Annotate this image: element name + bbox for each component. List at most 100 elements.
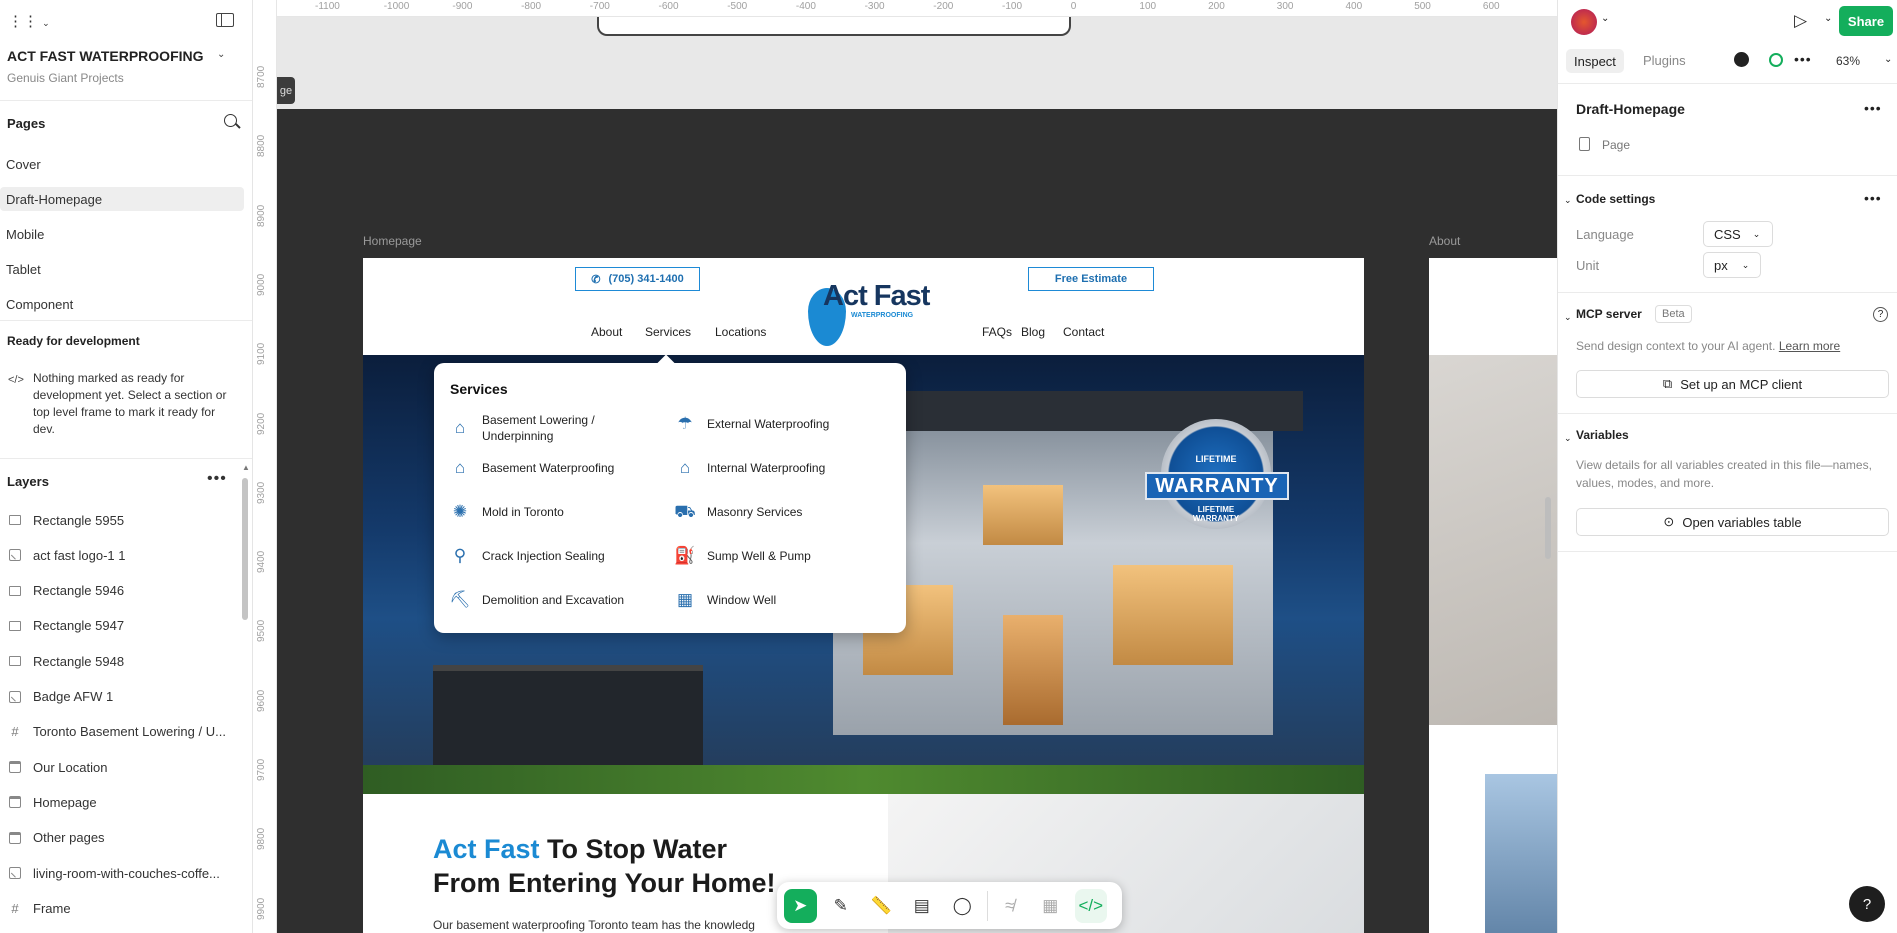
service-link[interactable]: ⚲ Crack Injection Sealing — [448, 544, 648, 568]
about-frame[interactable] — [1429, 258, 1557, 933]
tab-inspect[interactable]: Inspect — [1566, 49, 1624, 73]
nav-contact[interactable]: Contact — [1063, 325, 1104, 339]
layers-scrollbar[interactable] — [242, 478, 248, 620]
toggle-sidebar-icon[interactable] — [216, 13, 234, 27]
zoom-level[interactable]: 63% — [1836, 54, 1860, 68]
share-button[interactable]: Share — [1839, 6, 1893, 36]
image-icon — [8, 548, 22, 562]
phone-icon: ✆ — [591, 273, 601, 286]
variables-icon: ⊙ — [1663, 514, 1675, 529]
more-icon[interactable]: ••• — [1794, 51, 1812, 67]
page-item-mobile[interactable]: Mobile — [0, 222, 244, 246]
layer-row[interactable]: living-room-with-couches-coffe... — [8, 861, 240, 885]
page-item-tablet[interactable]: Tablet — [0, 257, 244, 281]
pump-icon: ⛽ — [674, 545, 696, 565]
homepage-frame[interactable]: LIFETIME WARRANTY LIFETIME WARRANTY ✆ (70… — [363, 258, 1364, 933]
service-link[interactable]: ⛽ Sump Well & Pump — [673, 544, 873, 568]
ruler-tick: -400 — [795, 1, 816, 12]
page-item-cover[interactable]: Cover — [0, 152, 244, 176]
table-icon[interactable]: ▦ — [1034, 889, 1067, 923]
nav-blog[interactable]: Blog — [1021, 325, 1045, 339]
mcp-icon: ⧉ — [1662, 376, 1673, 391]
canvas-scrollbar[interactable] — [1545, 497, 1551, 559]
service-link[interactable]: ⛟ Masonry Services — [673, 500, 873, 524]
layer-row[interactable]: # Frame — [8, 896, 240, 920]
chevron-down-icon[interactable]: ⌄ — [1601, 13, 1609, 24]
chevron-down-icon[interactable]: ⌄ — [1824, 13, 1832, 24]
layer-row[interactable]: act fast logo-1 1 — [8, 543, 240, 567]
more-icon[interactable]: ••• — [207, 470, 227, 488]
project-name[interactable]: ACT FAST WATERPROOFING — [7, 48, 204, 64]
scribble-icon[interactable]: ≉ — [993, 889, 1026, 923]
ruler-tick: 9200 — [256, 412, 267, 435]
search-icon[interactable] — [224, 114, 241, 129]
service-link[interactable]: ✺ Mold in Toronto — [448, 500, 648, 524]
about-frame-label[interactable]: About — [1429, 234, 1460, 248]
free-estimate-button[interactable]: Free Estimate — [1028, 267, 1154, 291]
chevron-down-icon[interactable]: ⌄ — [1564, 195, 1572, 206]
layer-row[interactable]: Badge AFW 1 — [8, 685, 240, 709]
layer-row[interactable]: Rectangle 5947 — [8, 614, 240, 638]
nav-locations[interactable]: Locations — [715, 325, 766, 339]
figma-menu-icon[interactable]: ⋮⋮ ⌄ — [8, 12, 50, 30]
chevron-down-icon[interactable]: ⌄ — [217, 49, 225, 60]
scroll-up-icon[interactable]: ▲ — [242, 463, 250, 472]
move-icon[interactable]: ➤ — [784, 888, 817, 923]
tab-plugins[interactable]: Plugins — [1643, 53, 1686, 68]
comment-icon[interactable]: ◯ — [946, 889, 979, 923]
more-icon[interactable]: ••• — [1864, 100, 1882, 116]
unit-select[interactable]: px ⌄ — [1703, 252, 1761, 278]
annotate-icon[interactable]: ▤ — [906, 889, 939, 923]
mcp-status-icon[interactable] — [1769, 53, 1783, 67]
ruler-icon[interactable]: 📏 — [865, 889, 898, 923]
rain-house-icon: ☂ — [677, 413, 693, 433]
language-select[interactable]: CSS ⌄ — [1703, 221, 1773, 247]
page-item-component[interactable]: Component — [0, 292, 244, 316]
house-drop-icon: ⌂ — [679, 457, 691, 477]
nav-faqs[interactable]: FAQs — [982, 325, 1012, 339]
code-icon[interactable]: </> — [1074, 888, 1108, 923]
homepage-frame-label[interactable]: Homepage — [363, 234, 422, 248]
github-icon[interactable] — [1734, 52, 1749, 67]
chevron-down-icon[interactable]: ⌄ — [1564, 312, 1572, 323]
chevron-down-icon[interactable]: ⌄ — [1884, 54, 1892, 65]
house-down-icon: ⌂ — [454, 417, 466, 437]
service-label: Demolition and Excavation — [482, 592, 625, 607]
service-link[interactable]: ⛏ Demolition and Excavation — [448, 588, 648, 612]
layer-row[interactable]: # Toronto Basement Lowering / U... — [8, 720, 240, 744]
phone-button[interactable]: ✆ (705) 341-1400 — [575, 267, 700, 291]
pen-icon[interactable]: ✎ — [825, 889, 858, 923]
chevron-down-icon[interactable]: ⌄ — [1564, 433, 1572, 444]
logo-main: Act Fast — [823, 280, 930, 312]
layer-row[interactable]: Homepage — [8, 790, 240, 814]
help-button[interactable]: ? — [1849, 886, 1885, 922]
mcp-setup-button[interactable]: ⧉ Set up an MCP client — [1576, 370, 1889, 398]
avatar[interactable] — [1571, 9, 1597, 35]
open-variables-button[interactable]: ⊙ Open variables table — [1576, 508, 1889, 536]
service-link[interactable]: ⌂ Internal Waterproofing — [673, 456, 873, 480]
site-logo[interactable]: Act Fast WATERPROOFING — [808, 278, 933, 348]
service-link[interactable]: ⌂ Basement Lowering / Underpinning — [448, 412, 648, 444]
page-item-draft-homepage[interactable]: Draft-Homepage — [0, 187, 244, 211]
layer-row[interactable]: Other pages — [8, 826, 240, 850]
section-tag[interactable]: ge — [277, 77, 295, 104]
service-link[interactable]: ☂ External Waterproofing — [673, 412, 873, 436]
ruler-tick: 600 — [1482, 1, 1500, 12]
play-icon[interactable]: ▷ — [1794, 11, 1807, 31]
help-icon[interactable]: ? — [1873, 307, 1888, 322]
layer-row[interactable]: Rectangle 5955 — [8, 508, 240, 532]
layer-row[interactable]: Rectangle 5946 — [8, 579, 240, 603]
nav-services[interactable]: Services — [645, 325, 691, 339]
logo-sub: WATERPROOFING — [851, 312, 914, 319]
layer-row[interactable]: Rectangle 5948 — [8, 649, 240, 673]
ruler-tick: 9400 — [256, 550, 267, 574]
learn-more-link[interactable]: Learn more — [1779, 339, 1840, 353]
nav-about[interactable]: About — [591, 325, 622, 339]
canvas[interactable]: ge Homepage About LIFETIME WARRANTY LIFE… — [277, 17, 1557, 933]
layer-row[interactable]: Our Location — [8, 755, 240, 779]
service-link[interactable]: ▦ Window Well — [673, 588, 873, 612]
lawn — [363, 765, 1364, 794]
service-link[interactable]: ⌂ Basement Waterproofing — [448, 456, 648, 480]
service-label: Sump Well & Pump — [707, 548, 811, 563]
more-icon[interactable]: ••• — [1864, 190, 1882, 206]
